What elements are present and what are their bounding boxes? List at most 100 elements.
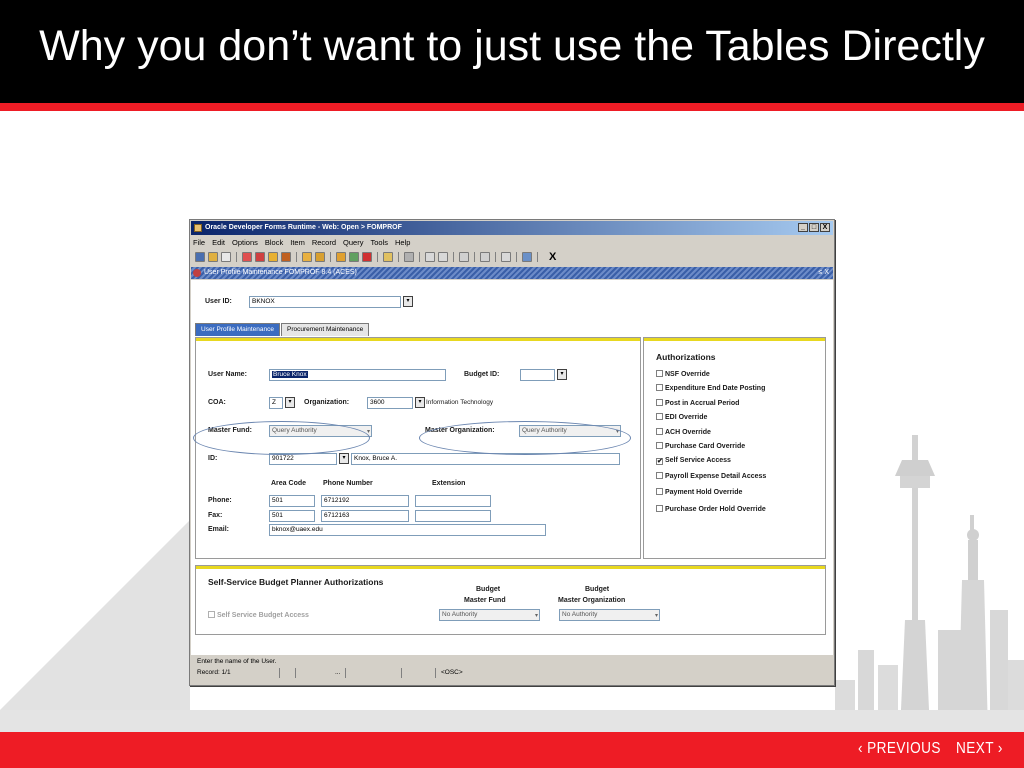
coa-lookup-button[interactable]: ▾: [285, 397, 295, 408]
budget-master-fund-header-line1: Budget: [476, 586, 501, 593]
window-title: Oracle Developer Forms Runtime - Web: Op…: [205, 224, 402, 231]
organization-lookup-button[interactable]: ▾: [415, 397, 425, 408]
budget-master-org-header-line2: Master Organization: [558, 597, 626, 604]
status-divider: [345, 668, 346, 678]
options-icon[interactable]: [336, 252, 346, 262]
save-icon[interactable]: [195, 252, 205, 262]
record-indicator: Record: 1/1: [197, 669, 231, 676]
form-window-controls[interactable]: ≤ X: [819, 267, 829, 279]
budget-master-org-select[interactable]: No Authority ▾: [559, 609, 660, 621]
budget-master-org-value: No Authority: [562, 611, 598, 618]
nsf-override-checkbox[interactable]: NSF Override: [656, 370, 710, 378]
panel-top-rule: [644, 338, 825, 341]
phone-area-field[interactable]: 501: [269, 495, 315, 507]
print-icon[interactable]: [221, 252, 231, 262]
minimize-button[interactable]: _: [798, 223, 808, 232]
budget-id-label: Budget ID:: [464, 371, 500, 378]
list-icon[interactable]: [349, 252, 359, 262]
menu-edit[interactable]: Edit: [212, 237, 225, 249]
coa-label: COA:: [208, 399, 226, 406]
menu-file[interactable]: File: [193, 237, 205, 249]
phone-extension-field[interactable]: [415, 495, 491, 507]
maximize-button[interactable]: □: [809, 223, 819, 232]
coa-field[interactable]: Z: [269, 397, 283, 409]
panel-top-rule: [196, 566, 825, 569]
previous-link[interactable]: ‹ PREVIOUS: [858, 740, 941, 758]
email-label: Email:: [208, 526, 230, 533]
organization-field[interactable]: 3600: [367, 397, 413, 409]
budget-planner-title: Self-Service Budget Planner Authorizatio…: [208, 577, 384, 587]
checkbox-box: [656, 488, 663, 495]
expenditure-end-date-posting-checkbox[interactable]: Expenditure End Date Posting: [656, 384, 765, 392]
user-name-label: User Name:: [208, 371, 247, 378]
email-field[interactable]: bknox@uaex.edu: [269, 524, 546, 536]
delete-icon[interactable]: [362, 252, 372, 262]
checkbox-box: ✔: [656, 458, 663, 465]
enter-query-icon[interactable]: [302, 252, 312, 262]
budget-master-fund-value: No Authority: [442, 611, 478, 618]
status-bar: Enter the name of the User. Record: 1/1 …: [191, 657, 833, 681]
remove-record-icon[interactable]: [255, 252, 265, 262]
slide-header: Why you don’t want to just use the Table…: [0, 0, 1024, 103]
id-name-field: Knox, Bruce A.: [351, 453, 620, 465]
self-service-budget-access-checkbox[interactable]: Self Service Budget Access: [208, 611, 309, 619]
purchase-card-override-checkbox[interactable]: Purchase Card Override: [656, 442, 745, 450]
extract-icon[interactable]: [425, 252, 435, 262]
status-message: Enter the name of the User.: [197, 658, 277, 665]
header-red-rule: [0, 103, 1024, 111]
execute-query-icon[interactable]: [315, 252, 325, 262]
edi-override-checkbox[interactable]: EDI Override: [656, 413, 707, 421]
status-divider: [435, 668, 436, 678]
user-name-field[interactable]: Bruce Knox: [269, 369, 446, 381]
tab-user-profile-maintenance[interactable]: User Profile Maintenance: [195, 323, 280, 336]
post-in-accrual-period-checkbox[interactable]: Post in Accrual Period: [656, 399, 739, 407]
tab-procurement-maintenance[interactable]: Procurement Maintenance: [280, 323, 370, 336]
menu-query[interactable]: Query: [343, 237, 363, 249]
navigate-icon[interactable]: [459, 252, 469, 262]
purchase-order-hold-override-checkbox[interactable]: Purchase Order Hold Override: [656, 505, 766, 513]
folder-icon[interactable]: [383, 252, 393, 262]
exit-icon[interactable]: X: [549, 251, 556, 263]
payroll-expense-detail-access-checkbox[interactable]: Payroll Expense Detail Access: [656, 472, 766, 480]
self-service-access-checkbox[interactable]: ✔ Self Service Access: [656, 457, 731, 465]
previous-block-icon[interactable]: [268, 252, 278, 262]
query-icon[interactable]: [438, 252, 448, 262]
budget-id-field[interactable]: [520, 369, 555, 381]
id-lookup-button[interactable]: ▾: [339, 453, 349, 464]
rollback-icon[interactable]: [208, 252, 218, 262]
menu-item[interactable]: Item: [290, 237, 305, 249]
toolbar-separator: [330, 252, 331, 262]
ach-override-checkbox[interactable]: ACH Override: [656, 428, 711, 436]
print-setup-icon[interactable]: [404, 252, 414, 262]
document-icon[interactable]: [501, 252, 511, 262]
next-link[interactable]: NEXT ›: [956, 740, 1003, 758]
user-id-lookup-button[interactable]: ▾: [403, 296, 413, 307]
budget-planner-panel: Self-Service Budget Planner Authorizatio…: [195, 565, 826, 635]
budget-master-fund-select[interactable]: No Authority ▾: [439, 609, 540, 621]
payment-hold-override-checkbox[interactable]: Payment Hold Override: [656, 488, 742, 496]
help-icon[interactable]: [522, 252, 532, 262]
user-id-field[interactable]: BKNOX: [249, 296, 401, 308]
master-organization-highlight: [419, 421, 631, 455]
status-divider: [401, 668, 402, 678]
menu-record[interactable]: Record: [312, 237, 336, 249]
menu-help[interactable]: Help: [395, 237, 410, 249]
extension-header: Extension: [432, 480, 466, 487]
menu-options[interactable]: Options: [232, 237, 258, 249]
insert-record-icon[interactable]: [242, 252, 252, 262]
menu-tools[interactable]: Tools: [370, 237, 388, 249]
close-button[interactable]: X: [820, 223, 830, 232]
phone-number-field[interactable]: 6712192: [321, 495, 409, 507]
budget-id-lookup-button[interactable]: ▾: [557, 369, 567, 380]
form-canvas: User ID: BKNOX ▾ User Profile Maintenanc…: [191, 280, 833, 655]
organization-description: Information Technology: [426, 399, 494, 406]
menu-block[interactable]: Block: [265, 237, 283, 249]
window-controls: _ □ X: [798, 223, 830, 232]
fax-area-field[interactable]: 501: [269, 510, 315, 522]
gear-icon[interactable]: [480, 252, 490, 262]
next-block-icon[interactable]: [281, 252, 291, 262]
fax-extension-field[interactable]: [415, 510, 491, 522]
checkbox-box: [208, 611, 215, 618]
fax-number-field[interactable]: 6712163: [321, 510, 409, 522]
window-titlebar: Oracle Developer Forms Runtime - Web: Op…: [191, 221, 833, 235]
